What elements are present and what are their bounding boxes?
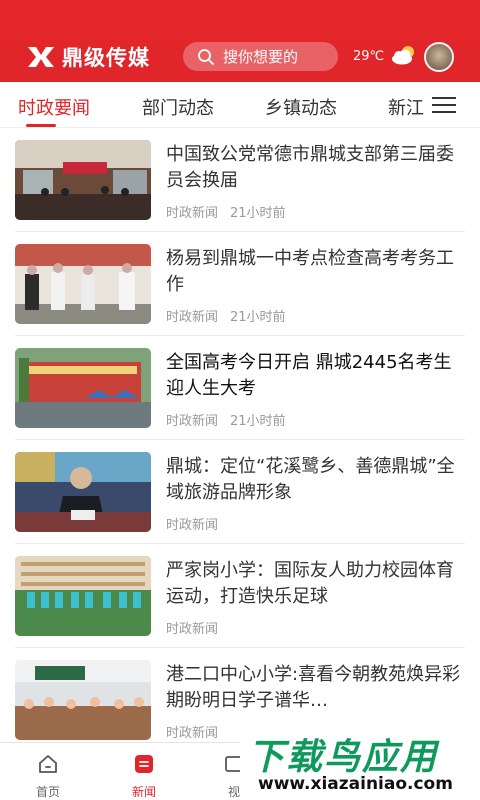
news-category: 时政新闻 bbox=[166, 622, 219, 637]
news-icon bbox=[135, 755, 153, 773]
news-category: 时政新闻 bbox=[166, 310, 219, 325]
news-time: 21小时前 bbox=[230, 206, 286, 221]
logo-text: 鼎级传媒 bbox=[62, 46, 150, 70]
category-tabs: 时政要闻 部门动态 乡镇动态 新江 bbox=[0, 82, 480, 128]
nav-news-label: 新闻 bbox=[131, 785, 156, 799]
news-category: 时政新闻 bbox=[166, 206, 219, 221]
news-thumbnail bbox=[15, 348, 151, 428]
news-meta: 时政新闻 bbox=[166, 618, 218, 637]
news-title: 中国致公党常德市鼎城支部第三届委员会换届 bbox=[166, 144, 454, 191]
site-watermark: 下载鸟应用 www.xiazainiao.com bbox=[240, 722, 480, 800]
tab-towns[interactable]: 乡镇动态 bbox=[265, 94, 337, 120]
search-icon bbox=[198, 48, 214, 65]
news-title: 严家岗小学：国际友人助力校园体育运动，打造快乐足球 bbox=[166, 560, 454, 607]
news-category: 时政新闻 bbox=[166, 726, 219, 741]
news-meta: 时政新闻 21小时前 bbox=[166, 410, 286, 429]
news-thumbnail bbox=[15, 660, 151, 740]
temperature-text: 29℃ bbox=[353, 49, 385, 64]
news-thumbnail bbox=[15, 244, 151, 324]
app-header: 鼎级传媒 搜你想要的 29℃ bbox=[0, 0, 480, 82]
app-logo[interactable]: 鼎级传媒 bbox=[26, 42, 150, 72]
user-avatar[interactable] bbox=[424, 42, 454, 72]
news-meta: 时政新闻 bbox=[166, 514, 218, 533]
tab-xinjiang[interactable]: 新江 bbox=[388, 94, 424, 120]
news-title: 鼎城：定位“花溪鹭乡、善德鼎城”全域旅游品牌形象 bbox=[166, 456, 455, 503]
logo-mark-icon bbox=[26, 44, 56, 70]
active-tab-indicator bbox=[26, 124, 56, 127]
news-meta: 时政新闻 21小时前 bbox=[166, 202, 286, 221]
news-title: 全国高考今日开启 鼎城2445名考生迎人生大考 bbox=[166, 352, 452, 399]
news-meta: 时政新闻 bbox=[166, 722, 218, 741]
search-placeholder: 搜你想要的 bbox=[223, 48, 299, 66]
watermark-title: 下载鸟应用 bbox=[248, 737, 439, 778]
tab-departments[interactable]: 部门动态 bbox=[142, 94, 214, 120]
news-item[interactable]: 全国高考今日开启 鼎城2445名考生迎人生大考 时政新闻 21小时前 bbox=[15, 336, 465, 440]
menu-icon[interactable] bbox=[432, 97, 456, 115]
news-item[interactable]: 杨易到鼎城一中考点检查高考考务工作 时政新闻 21小时前 bbox=[15, 232, 465, 336]
news-time: 21小时前 bbox=[230, 414, 286, 429]
search-bar[interactable]: 搜你想要的 bbox=[183, 42, 338, 71]
news-thumbnail bbox=[15, 556, 151, 636]
news-thumbnail bbox=[15, 140, 151, 220]
news-thumbnail bbox=[15, 452, 151, 532]
news-title: 杨易到鼎城一中考点检查高考考务工作 bbox=[166, 248, 454, 295]
tab-politics[interactable]: 时政要闻 bbox=[18, 94, 90, 120]
news-item[interactable]: 中国致公党常德市鼎城支部第三届委员会换届 时政新闻 21小时前 bbox=[15, 128, 465, 232]
partly-cloudy-icon bbox=[392, 46, 414, 65]
news-category: 时政新闻 bbox=[166, 414, 219, 429]
news-item[interactable]: 鼎城：定位“花溪鹭乡、善德鼎城”全域旅游品牌形象 时政新闻 bbox=[15, 440, 465, 544]
news-time: 21小时前 bbox=[230, 310, 286, 325]
nav-news[interactable]: 新闻 bbox=[114, 743, 174, 800]
nav-home-label: 首页 bbox=[35, 785, 60, 799]
news-item[interactable]: 严家岗小学：国际友人助力校园体育运动，打造快乐足球 时政新闻 bbox=[15, 544, 465, 648]
news-title: 港二口中心小学:喜看今朝教苑焕异彩 期盼明日学子谱华… bbox=[166, 664, 461, 711]
home-icon bbox=[39, 755, 57, 773]
nav-home[interactable]: 首页 bbox=[18, 743, 78, 800]
news-category: 时政新闻 bbox=[166, 518, 219, 533]
watermark-url: www.xiazainiao.com bbox=[258, 774, 453, 794]
news-meta: 时政新闻 21小时前 bbox=[166, 306, 286, 325]
